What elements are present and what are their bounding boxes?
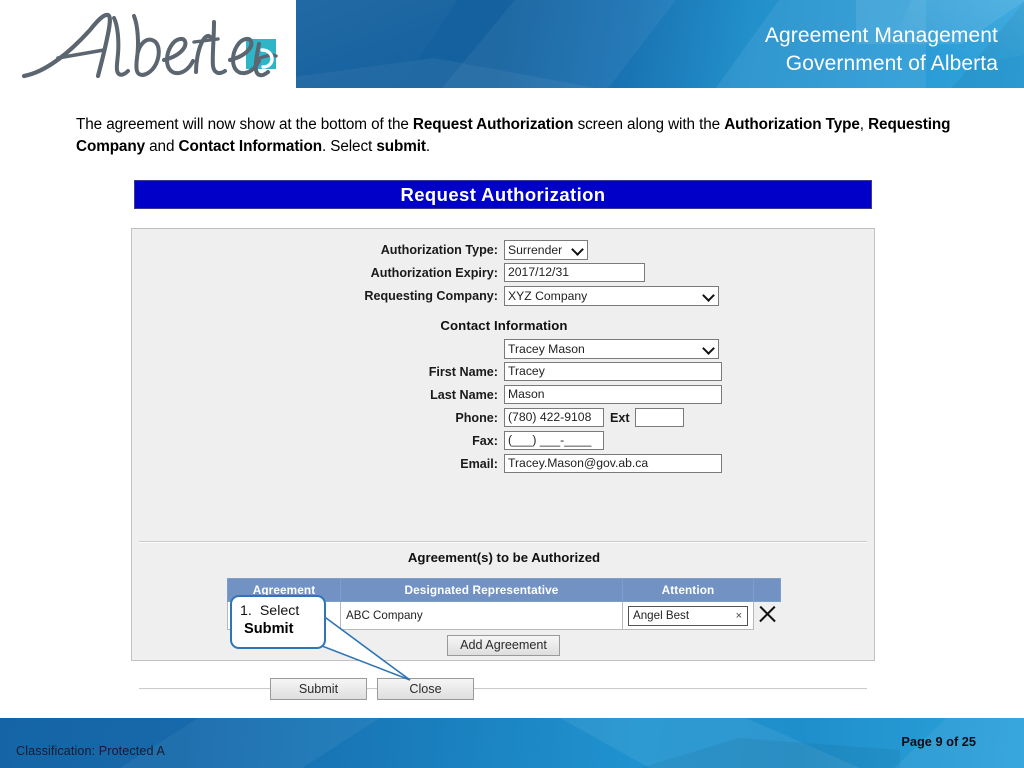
last-name-label: Last Name: xyxy=(430,387,498,402)
header-title-block: Agreement Management Government of Alber… xyxy=(765,22,998,78)
callout-action: Select xyxy=(259,603,300,619)
callout-number: 1. xyxy=(240,603,252,619)
instr-part: . Select xyxy=(321,137,377,155)
ext-input[interactable] xyxy=(634,408,684,427)
field-row-contact-select: Tracey Mason xyxy=(132,337,876,360)
submit-button[interactable]: Submit xyxy=(270,678,367,700)
agreements-heading: Agreement(s) to be Authorized xyxy=(407,550,601,565)
cell-attention: Angel Best × xyxy=(622,601,754,630)
contact-select-control[interactable]: Tracey Mason xyxy=(504,338,719,359)
cell-delete xyxy=(753,601,781,630)
contact-information-heading: Contact Information xyxy=(440,318,568,333)
field-row-requesting-company: Requesting Company: XYZ Company xyxy=(132,284,876,307)
fax-control[interactable]: (___) ___-____ xyxy=(504,431,604,450)
fax-label: Fax: xyxy=(472,433,498,448)
contact-select[interactable]: Tracey Mason xyxy=(504,338,719,359)
field-row-authorization-type: Authorization Type: Surrender xyxy=(132,238,876,261)
last-name-input[interactable]: Mason xyxy=(504,385,722,404)
callout-line-2: Submit xyxy=(244,621,294,637)
column-header-attention: Attention xyxy=(622,578,754,602)
phone-label: Phone: xyxy=(455,410,498,425)
instr-bold: Request Authorization xyxy=(412,116,574,133)
phone-input[interactable]: (780) 422-9108 xyxy=(504,408,604,427)
request-authorization-screenshot: Request Authorization Authorization Type… xyxy=(131,180,876,690)
instr-part: The agreement will now show at the botto… xyxy=(76,116,413,133)
field-row-email: Email: Tracey.Mason@gov.ab.ca xyxy=(132,452,876,475)
chevron-down-icon xyxy=(573,244,584,255)
page-header: Agreement Management Government of Alber… xyxy=(0,0,1024,88)
chevron-down-icon xyxy=(704,290,715,301)
add-agreement-button[interactable]: Add Agreement xyxy=(447,635,560,656)
form-title-bar: Request Authorization xyxy=(134,180,872,209)
clear-attention-icon[interactable]: × xyxy=(736,610,742,622)
email-input[interactable]: Tracey.Mason@gov.ab.ca xyxy=(504,454,722,473)
phone-control[interactable]: (780) 422-9108 Ext xyxy=(504,408,684,427)
column-header-delete xyxy=(753,578,781,602)
header-title-secondary: Government of Alberta xyxy=(785,51,998,75)
callout-box: 1. Select Submit xyxy=(230,595,326,649)
instr-part: , xyxy=(859,116,869,133)
first-name-input[interactable]: Tracey xyxy=(504,362,722,381)
header-banner: Agreement Management Government of Alber… xyxy=(296,0,1024,88)
section-divider xyxy=(139,688,867,690)
requesting-company-select[interactable]: XYZ Company xyxy=(504,285,719,306)
authorization-type-label: Authorization Type: xyxy=(380,242,498,257)
section-divider xyxy=(139,541,867,543)
field-row-first-name: First Name: Tracey xyxy=(132,360,876,383)
authorization-expiry-label: Authorization Expiry: xyxy=(370,265,498,280)
contact-select-value: Tracey Mason xyxy=(508,341,585,356)
delete-x-icon[interactable] xyxy=(756,603,778,625)
fax-input[interactable]: (___) ___-____ xyxy=(504,431,604,450)
page-footer: Classification: Protected A Page 9 of 25 xyxy=(0,718,1024,768)
page-number: Page 9 of 25 xyxy=(901,734,976,749)
field-row-phone: Phone: (780) 422-9108 Ext xyxy=(132,406,876,429)
field-row-last-name: Last Name: Mason xyxy=(132,383,876,406)
instr-part: . xyxy=(425,137,431,155)
form-action-buttons: Submit Close xyxy=(270,678,474,700)
requesting-company-control[interactable]: XYZ Company xyxy=(504,285,719,306)
last-name-control[interactable]: Mason xyxy=(504,385,722,404)
attention-input[interactable]: Angel Best × xyxy=(628,605,748,626)
instruction-text: The agreement will now show at the botto… xyxy=(76,114,952,157)
email-label: Email: xyxy=(460,456,498,471)
ext-label: Ext xyxy=(610,410,630,425)
instr-part: and xyxy=(145,137,179,155)
authorization-expiry-control[interactable]: 2017/12/31 xyxy=(504,263,645,282)
alberta-logo xyxy=(18,6,288,84)
authorization-type-select[interactable]: Surrender xyxy=(504,239,588,260)
first-name-label: First Name: xyxy=(428,364,498,379)
column-header-representative: Designated Representative xyxy=(340,578,623,602)
footer-facet xyxy=(120,718,380,768)
chevron-down-icon xyxy=(704,343,715,354)
first-name-control[interactable]: Tracey xyxy=(504,362,722,381)
authorization-expiry-input[interactable]: 2017/12/31 xyxy=(504,263,645,282)
close-button[interactable]: Close xyxy=(377,678,474,700)
requesting-company-value: XYZ Company xyxy=(508,288,588,303)
cell-representative: ABC Company xyxy=(340,601,623,630)
field-row-fax: Fax: (___) ___-____ xyxy=(132,429,876,452)
classification-label: Classification: Protected A xyxy=(16,744,165,758)
authorization-type-value: Surrender xyxy=(508,242,563,257)
callout-line-1: 1. Select xyxy=(240,603,316,619)
instr-bold: Contact Information xyxy=(178,137,323,155)
instr-bold: Authorization Type xyxy=(724,116,860,133)
header-title-primary: Agreement Management xyxy=(764,24,998,47)
requesting-company-label: Requesting Company: xyxy=(364,288,498,303)
form-fields: Authorization Type: Surrender Authorizat… xyxy=(132,238,876,475)
instr-part: screen along with the xyxy=(573,116,725,133)
field-row-authorization-expiry: Authorization Expiry: 2017/12/31 xyxy=(132,261,876,284)
authorization-type-control[interactable]: Surrender xyxy=(504,239,588,260)
email-control[interactable]: Tracey.Mason@gov.ab.ca xyxy=(504,454,722,473)
instr-bold: submit xyxy=(376,137,426,155)
attention-value: Angel Best xyxy=(633,609,690,622)
